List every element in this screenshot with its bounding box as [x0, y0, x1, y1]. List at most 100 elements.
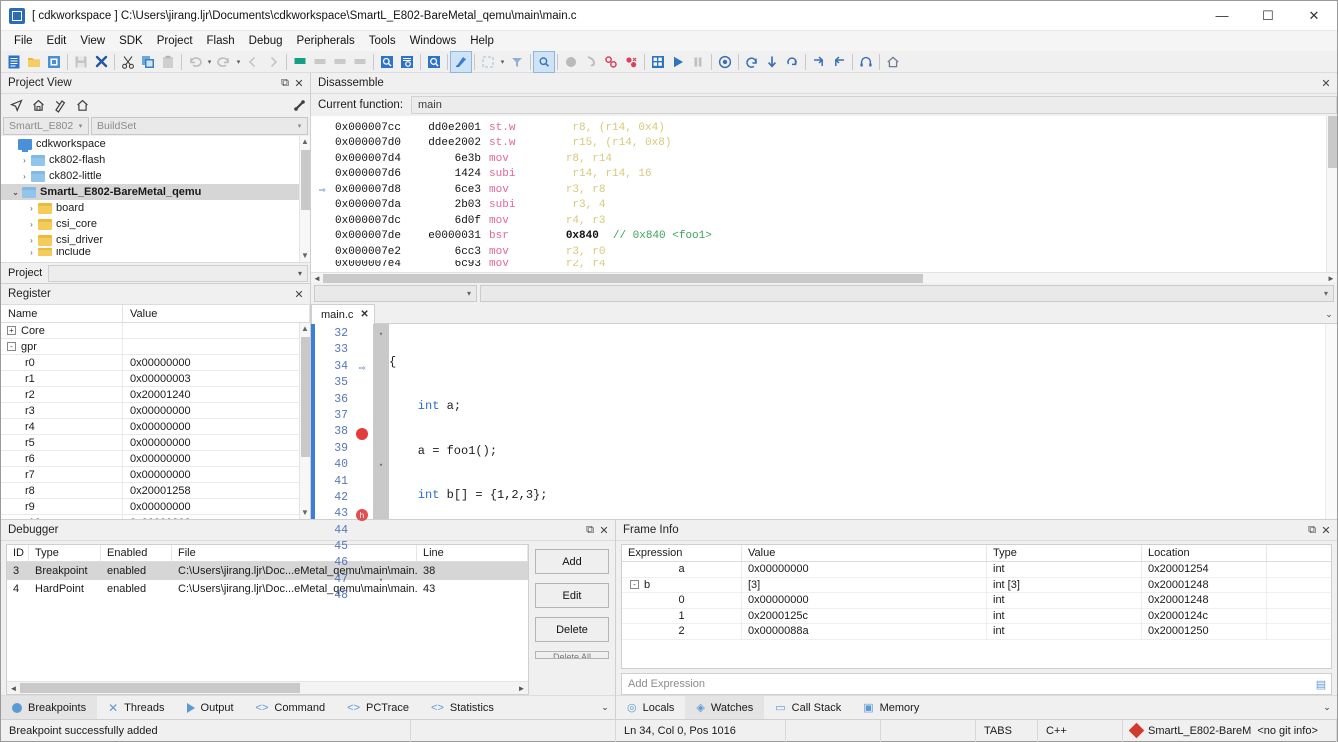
menu-help[interactable]: Help — [463, 33, 501, 49]
tab-watches[interactable]: ◈ Watches — [685, 695, 765, 720]
build-icon[interactable] — [450, 50, 472, 73]
build-dropdown-icon[interactable]: ▾ — [498, 52, 507, 72]
close-button[interactable]: ✕ — [1291, 1, 1337, 30]
disassemble-close-icon[interactable]: ✕ — [1319, 75, 1333, 91]
tree-item-csi-driver[interactable]: › csi_driver — [1, 232, 310, 248]
disasm-line[interactable]: 0x000007cc dd0e2001 st.w r8, (r14, 0x4) — [311, 120, 1337, 136]
table-row[interactable]: 1 0x2000125c int 0x2000124c — [622, 608, 1331, 624]
tree-arrow[interactable]: ⌄ — [9, 188, 22, 197]
run-icon[interactable] — [668, 52, 688, 72]
undo-dropdown-icon[interactable]: ▾ — [205, 52, 214, 72]
paste-icon[interactable] — [158, 52, 178, 72]
tab-threads[interactable]: ✕ Threads — [97, 696, 175, 720]
disasm-line[interactable]: 0x000007de e0000031 bsr 0x840 // 0x840 <foo1… — [311, 229, 1337, 245]
fold-toggle[interactable] — [373, 556, 389, 572]
fold-toggle[interactable] — [373, 589, 389, 605]
tab-locals[interactable]: ◎ Locals — [616, 696, 685, 720]
disasm-line[interactable]: 0x000007e4 6c93 mov r2, r4 — [311, 260, 1337, 268]
tree-item-ck802-flash[interactable]: › ck802-flash — [1, 152, 310, 168]
margin-slot[interactable] — [351, 409, 373, 425]
fold-toggle[interactable] — [373, 540, 389, 556]
buildset-select[interactable]: BuildSet ▾ — [91, 116, 308, 135]
scroll-down-icon[interactable]: ▼ — [300, 250, 310, 262]
menu-view[interactable]: View — [73, 33, 112, 49]
fold-toggle[interactable] — [373, 360, 389, 376]
disasm-line[interactable]: 0x000007dc 6d0f mov r4, r3 — [311, 213, 1337, 229]
scroll-right-icon[interactable]: ► — [1325, 274, 1337, 283]
disasm-line[interactable]: 0x000007d6 1424 subi r14, r14, 16 — [311, 167, 1337, 183]
margin-slot[interactable] — [351, 573, 373, 589]
margin-slot[interactable] — [351, 589, 373, 605]
fold-toggle[interactable] — [373, 442, 389, 458]
margin-slot[interactable] — [351, 442, 373, 458]
current-function-value[interactable]: main — [411, 96, 1337, 114]
step-over-icon[interactable] — [742, 52, 762, 72]
editor-tab-mainc[interactable]: main.c ✕ — [311, 304, 375, 324]
project-footer-select[interactable]: ▾ — [48, 264, 308, 282]
pause-icon[interactable] — [688, 52, 708, 72]
status-tabs-mode[interactable]: TABS — [976, 719, 1038, 742]
project-tree-scrollbar[interactable]: ▲ ▼ — [299, 136, 310, 262]
add-button[interactable]: Add — [535, 549, 609, 574]
debug-config-icon[interactable] — [533, 50, 555, 73]
editor-code-text[interactable]: { int a; a = foo1(); int b[] = {1,2,3}; … — [389, 324, 1337, 519]
editor-scope-select[interactable]: ▾ — [314, 285, 477, 302]
frame-info-close-icon[interactable]: ✕ — [1319, 522, 1333, 538]
register-row-r10[interactable]: r100x00000000 — [1, 515, 310, 519]
minimize-button[interactable]: — — [1199, 1, 1245, 30]
bookmark-clear-icon[interactable] — [350, 52, 370, 72]
register-row-r5[interactable]: r5 0x00000000 — [1, 435, 310, 451]
build-all-icon[interactable] — [478, 52, 498, 72]
jump-icon[interactable] — [829, 52, 849, 72]
scroll-thumb[interactable] — [323, 273, 923, 283]
unlink-icon[interactable] — [621, 52, 641, 72]
tree-item-board[interactable]: › board — [1, 200, 310, 216]
tree-item-include[interactable]: › include — [1, 248, 310, 256]
register-close-icon[interactable]: ✕ — [292, 286, 306, 302]
locate-icon[interactable] — [5, 95, 27, 115]
delete-all-button[interactable]: Delete All — [535, 651, 609, 659]
expander-icon[interactable]: - — [630, 580, 639, 590]
tree-arrow[interactable]: › — [25, 204, 38, 213]
fold-toggle[interactable] — [373, 425, 389, 441]
project-tree[interactable]: cdkworkspace › ck802-flash › ck802-littl… — [1, 136, 310, 262]
debugger-close-icon[interactable]: ✕ — [597, 522, 611, 538]
tree-item-smartl-e802-baremetal-qemu[interactable]: ⌄ SmartL_E802-BareMetal_qemu — [1, 184, 310, 200]
scroll-thumb[interactable] — [301, 337, 310, 457]
project-view-float-icon[interactable]: ⧉ — [278, 75, 292, 91]
maximize-button[interactable]: ☐ — [1245, 1, 1291, 30]
margin-slot[interactable] — [351, 376, 373, 392]
frame-info-float-icon[interactable]: ⧉ — [1305, 522, 1319, 538]
home-icon[interactable] — [883, 52, 903, 72]
fold-toggle[interactable]: ▾ — [373, 327, 389, 343]
editor-breakpoint-margin[interactable]: ⇨ h — [351, 324, 373, 522]
scroll-left-icon[interactable]: ◄ — [311, 274, 323, 283]
margin-slot[interactable] — [351, 491, 373, 507]
tab-memory[interactable]: ▣ Memory — [852, 696, 930, 720]
copy-icon[interactable] — [138, 52, 158, 72]
disasm-line[interactable]: 0x000007d0 ddee2002 st.w r15, (r14, 0x8) — [311, 136, 1337, 152]
tree-item-ck802-little[interactable]: › ck802-little — [1, 168, 310, 184]
register-row-core[interactable]: + Core — [1, 323, 310, 339]
status-project[interactable]: SmartL_E802-BareM <no git info> — [1123, 719, 1337, 742]
scroll-track[interactable] — [323, 273, 1325, 283]
undo-icon[interactable] — [185, 52, 205, 72]
margin-slot[interactable] — [351, 327, 373, 343]
menu-flash[interactable]: Flash — [200, 33, 242, 49]
menu-sdk[interactable]: SDK — [112, 33, 150, 49]
scroll-left-icon[interactable]: ◄ — [7, 684, 20, 693]
register-row-r8[interactable]: r8 0x20001258 — [1, 483, 310, 499]
search-icon[interactable] — [424, 52, 444, 72]
margin-slot[interactable] — [351, 458, 373, 474]
close-x-icon[interactable] — [91, 52, 111, 72]
tree-item-csi-core[interactable]: › csi_core — [1, 216, 310, 232]
disasm-line[interactable]: 0x000007e2 6cc3 mov r3, r0 — [311, 244, 1337, 260]
register-row-r2[interactable]: r2 0x20001240 — [1, 387, 310, 403]
tab-output[interactable]: Output — [176, 696, 245, 720]
register-rows[interactable]: + Core - gpr r0 0x00000000 r1 0x00000003 r2 0… — [1, 323, 310, 519]
menu-peripherals[interactable]: Peripherals — [290, 33, 362, 49]
fold-toggle[interactable] — [373, 343, 389, 359]
breakpoint-rows[interactable]: 3 Breakpoint enabled C:\Users\jirang.ljr… — [7, 562, 528, 681]
margin-slot[interactable] — [351, 343, 373, 359]
menu-project[interactable]: Project — [150, 33, 200, 49]
